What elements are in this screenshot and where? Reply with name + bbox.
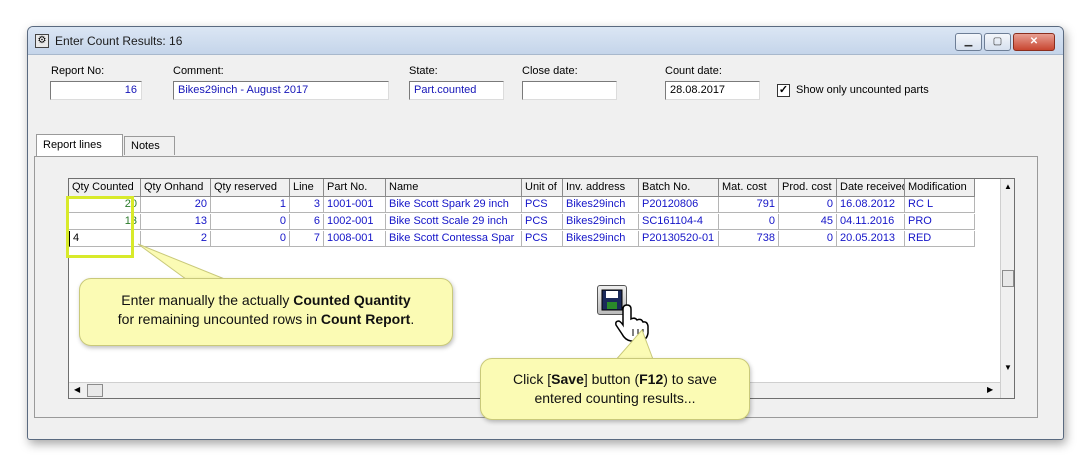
- callout-text: Click [: [513, 371, 552, 387]
- minimize-button[interactable]: ▁: [955, 33, 982, 51]
- callout-bold-text: F12: [639, 371, 664, 387]
- table-cell[interactable]: Bike Scott Spark 29 inch: [386, 197, 522, 213]
- column-header[interactable]: Batch No.: [639, 179, 719, 197]
- table-cell[interactable]: 0: [719, 214, 779, 230]
- table-cell[interactable]: 738: [719, 231, 779, 247]
- table-cell[interactable]: 20.05.2013: [837, 231, 905, 247]
- callout-bold-text: Save: [551, 371, 584, 387]
- table-cell[interactable]: P20130520-01: [639, 231, 719, 247]
- comment-field[interactable]: Bikes29inch - August 2017: [173, 81, 389, 100]
- maximize-button[interactable]: ▢: [984, 33, 1011, 51]
- show-uncounted-label: Show only uncounted parts: [796, 84, 929, 96]
- column-header[interactable]: Line: [290, 179, 324, 197]
- table-cell[interactable]: PRO: [905, 214, 975, 230]
- save-callout: Click [Save] button (F12) to save entere…: [480, 358, 750, 420]
- callout-text: Enter manually the actually: [121, 292, 294, 308]
- scroll-left-icon[interactable]: ◀: [74, 385, 80, 394]
- scroll-right-icon[interactable]: ▶: [987, 385, 993, 394]
- column-header[interactable]: Inv. address: [563, 179, 639, 197]
- vertical-scrollbar[interactable]: ▲ ▼: [1000, 179, 1014, 398]
- table-cell[interactable]: PCS: [522, 214, 563, 230]
- table-cell[interactable]: Bikes29inch: [563, 197, 639, 213]
- table-cell[interactable]: 16.08.2012: [837, 197, 905, 213]
- column-header[interactable]: Date received: [837, 179, 905, 197]
- callout-bold-text: Counted Quantity: [293, 292, 411, 308]
- report-no-label: Report No:: [51, 65, 105, 77]
- table-cell[interactable]: 45: [779, 214, 837, 230]
- table-cell[interactable]: RC L: [905, 197, 975, 213]
- window-title: Enter Count Results: 16: [55, 34, 183, 48]
- table-cell[interactable]: 13: [141, 214, 211, 230]
- table-cell[interactable]: 1001-001: [324, 197, 386, 213]
- callout-text: entered counting results...: [534, 390, 696, 406]
- table-cell[interactable]: 1: [211, 197, 290, 213]
- column-header[interactable]: Unit of: [522, 179, 563, 197]
- table-cell[interactable]: SC161104-4: [639, 214, 719, 230]
- column-header[interactable]: Name: [386, 179, 522, 197]
- state-label: State:: [409, 65, 438, 77]
- comment-label: Comment:: [173, 65, 224, 77]
- table-cell[interactable]: P20120806: [639, 197, 719, 213]
- table-cell[interactable]: 0: [779, 197, 837, 213]
- horizontal-scroll-thumb[interactable]: [87, 384, 103, 397]
- column-header[interactable]: Mat. cost: [719, 179, 779, 197]
- callout-text: .: [410, 311, 415, 327]
- table-cell[interactable]: Bike Scott Scale 29 inch: [386, 214, 522, 230]
- tab-report-lines[interactable]: Report lines: [36, 134, 123, 156]
- table-cell[interactable]: 20: [141, 197, 211, 213]
- table-cell[interactable]: 6: [290, 214, 324, 230]
- close-button[interactable]: ✕: [1013, 33, 1055, 51]
- column-header[interactable]: Part No.: [324, 179, 386, 197]
- close-date-field[interactable]: [522, 81, 617, 100]
- vertical-scroll-thumb[interactable]: [1002, 270, 1014, 287]
- count-date-field[interactable]: 28.08.2017: [665, 81, 760, 100]
- table-cell[interactable]: RED: [905, 231, 975, 247]
- close-date-label: Close date:: [522, 65, 578, 77]
- tab-notes[interactable]: Notes: [124, 136, 175, 155]
- table-cell[interactable]: 3: [290, 197, 324, 213]
- table-cell[interactable]: 04.11.2016: [837, 214, 905, 230]
- callout-text: ] button (: [583, 371, 640, 387]
- column-header[interactable]: Qty Counted: [69, 179, 141, 197]
- column-header[interactable]: Qty Onhand: [141, 179, 211, 197]
- column-header[interactable]: Modification: [905, 179, 975, 197]
- table-cell[interactable]: Bikes29inch: [563, 214, 639, 230]
- table-cell[interactable]: Bikes29inch: [563, 231, 639, 247]
- table-cell[interactable]: 0: [211, 214, 290, 230]
- title-bar[interactable]: ⚙ Enter Count Results: 16 ▁ ▢ ✕: [28, 27, 1063, 55]
- table-cell[interactable]: PCS: [522, 231, 563, 247]
- column-header[interactable]: Qty reserved: [211, 179, 290, 197]
- state-field[interactable]: Part.counted: [409, 81, 504, 100]
- scroll-up-icon[interactable]: ▲: [1004, 182, 1012, 191]
- table-cell[interactable]: 0: [779, 231, 837, 247]
- count-date-label: Count date:: [665, 65, 722, 77]
- column-header[interactable]: Prod. cost: [779, 179, 837, 197]
- table-cell[interactable]: 791: [719, 197, 779, 213]
- report-no-field[interactable]: 16: [50, 81, 142, 100]
- scroll-down-icon[interactable]: ▼: [1004, 363, 1012, 372]
- table-cell[interactable]: Bike Scott Contessa Spar: [386, 231, 522, 247]
- enter-qty-callout: Enter manually the actually Counted Quan…: [79, 278, 453, 346]
- settings-icon: ⚙: [35, 34, 49, 48]
- callout-bold-text: Count Report: [320, 311, 411, 327]
- table-cell[interactable]: 7: [290, 231, 324, 247]
- show-uncounted-checkbox[interactable]: ✓: [777, 84, 790, 97]
- callout-text: ) to save: [663, 371, 717, 387]
- table-cell[interactable]: 1008-001: [324, 231, 386, 247]
- table-cell[interactable]: PCS: [522, 197, 563, 213]
- table-cell[interactable]: 1002-001: [324, 214, 386, 230]
- callout-text: for remaining uncounted rows in: [117, 311, 321, 327]
